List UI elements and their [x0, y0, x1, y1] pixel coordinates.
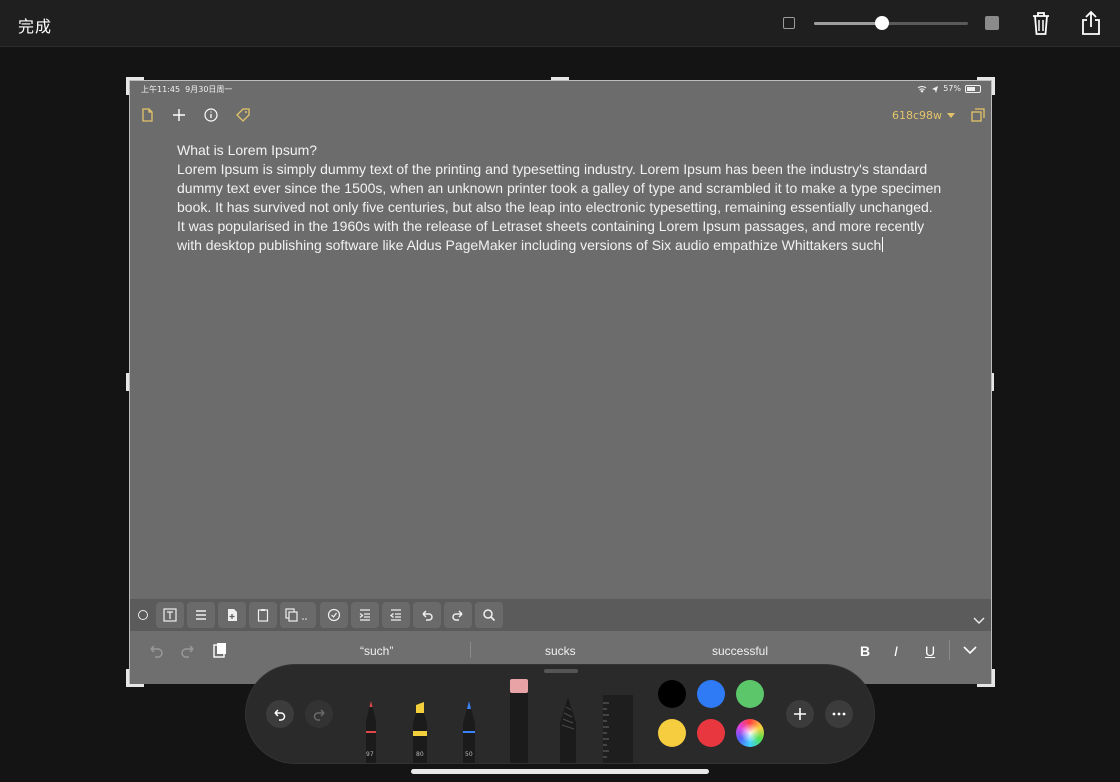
keyboard-dismiss-icon[interactable]	[961, 641, 979, 659]
bold-button[interactable]: B	[860, 643, 870, 659]
circle-icon[interactable]	[138, 610, 148, 620]
suggestion-divider	[949, 640, 950, 660]
outdent-icon[interactable]	[382, 602, 410, 628]
trash-icon[interactable]	[1028, 9, 1054, 37]
info-icon[interactable]	[203, 107, 219, 123]
document-line: book. It has survived not only five cent…	[177, 199, 933, 215]
undo-icon[interactable]	[266, 700, 294, 728]
battery-percent: 57%	[943, 84, 961, 93]
text-frame-icon[interactable]	[156, 602, 184, 628]
lasso-tool[interactable]	[557, 695, 579, 763]
battery-icon	[965, 84, 981, 93]
pencil-size-label: 50	[465, 751, 473, 758]
top-toolbar: 完成	[0, 0, 1120, 47]
square-filled-icon	[985, 16, 999, 30]
ruler-tool[interactable]	[603, 695, 633, 763]
commit-selector[interactable]: 618c98w	[892, 109, 942, 122]
color-swatch-black[interactable]	[658, 680, 686, 708]
suggestion-divider	[470, 642, 471, 658]
marker-size-label: 80	[416, 751, 424, 758]
document-title: What is Lorem Ipsum?	[177, 142, 318, 158]
chevron-down-icon[interactable]	[947, 113, 955, 118]
more-options-icon[interactable]	[825, 700, 853, 728]
indent-icon[interactable]	[351, 602, 379, 628]
color-swatch-blue[interactable]	[697, 680, 725, 708]
redo-icon[interactable]	[179, 641, 197, 659]
undo-icon[interactable]	[147, 641, 165, 659]
palette-grabber[interactable]	[544, 669, 578, 673]
document-line: dummy text ever since the 1500s, when an…	[177, 180, 942, 196]
location-arrow-icon	[932, 85, 939, 93]
plus-icon[interactable]	[171, 107, 187, 123]
add-file-icon[interactable]	[218, 602, 246, 628]
document-line: with desktop publishing software like Al…	[177, 237, 882, 253]
opacity-slider[interactable]	[814, 16, 968, 30]
color-swatch-yellow[interactable]	[658, 719, 686, 747]
clipboard-icon[interactable]	[249, 602, 277, 628]
screenshot-canvas: 上午11:45 9月30日周一 57% 618c98w What is Lore…	[129, 80, 992, 684]
slider-thumb[interactable]	[874, 16, 889, 30]
done-button[interactable]: 完成	[18, 13, 52, 37]
suggestion-item[interactable]: successful	[712, 644, 768, 658]
expand-icon[interactable]	[970, 107, 986, 123]
paste-icon[interactable]	[211, 641, 229, 659]
italic-button[interactable]: I	[894, 643, 898, 659]
wifi-icon	[917, 85, 927, 93]
document-line: It was popularised in the 1960s with the…	[177, 218, 925, 234]
document-line: Lorem Ipsum is simply dummy text of the …	[177, 161, 928, 177]
add-plus-icon[interactable]	[786, 700, 814, 728]
slider-fill	[814, 22, 882, 25]
markup-tool-palette: 97 80 50	[246, 665, 874, 763]
color-wheel-icon[interactable]	[736, 719, 764, 747]
document-icon[interactable]	[139, 107, 155, 123]
share-icon[interactable]	[1078, 9, 1104, 37]
list-icon[interactable]	[187, 602, 215, 628]
pen-size-label: 97	[366, 751, 374, 758]
color-swatch-red[interactable]	[697, 719, 725, 747]
checkbox-icon[interactable]	[320, 602, 348, 628]
status-indicators: 57%	[917, 84, 981, 93]
square-outline-icon	[783, 17, 795, 29]
suggestion-item[interactable]: sucks	[545, 644, 576, 658]
suggestion-item[interactable]: “such”	[360, 644, 393, 658]
undo-icon[interactable]	[413, 602, 441, 628]
document-line-last: with desktop publishing software like Al…	[177, 236, 957, 255]
status-time: 上午11:45 9月30日周一	[141, 84, 232, 95]
document-body[interactable]: What is Lorem Ipsum? Lorem Ipsum is simp…	[177, 141, 957, 255]
tag-icon[interactable]	[235, 107, 251, 123]
chevron-down-icon[interactable]	[973, 610, 985, 624]
redo-icon[interactable]	[305, 700, 333, 728]
redo-icon[interactable]	[444, 602, 472, 628]
search-icon[interactable]	[475, 602, 503, 628]
color-wheel-center	[740, 723, 760, 743]
color-swatch-green[interactable]	[736, 680, 764, 708]
note-toolbar: 618c98w	[130, 103, 991, 127]
status-time-text: 上午11:45	[141, 85, 181, 94]
underline-button[interactable]: U	[925, 643, 935, 659]
home-indicator[interactable]	[411, 769, 709, 774]
status-date: 9月30日周一	[185, 85, 233, 94]
format-bar	[130, 599, 991, 631]
eraser-tool[interactable]	[509, 679, 529, 763]
text-cursor	[882, 237, 884, 252]
copy-more-icon[interactable]	[280, 602, 316, 628]
